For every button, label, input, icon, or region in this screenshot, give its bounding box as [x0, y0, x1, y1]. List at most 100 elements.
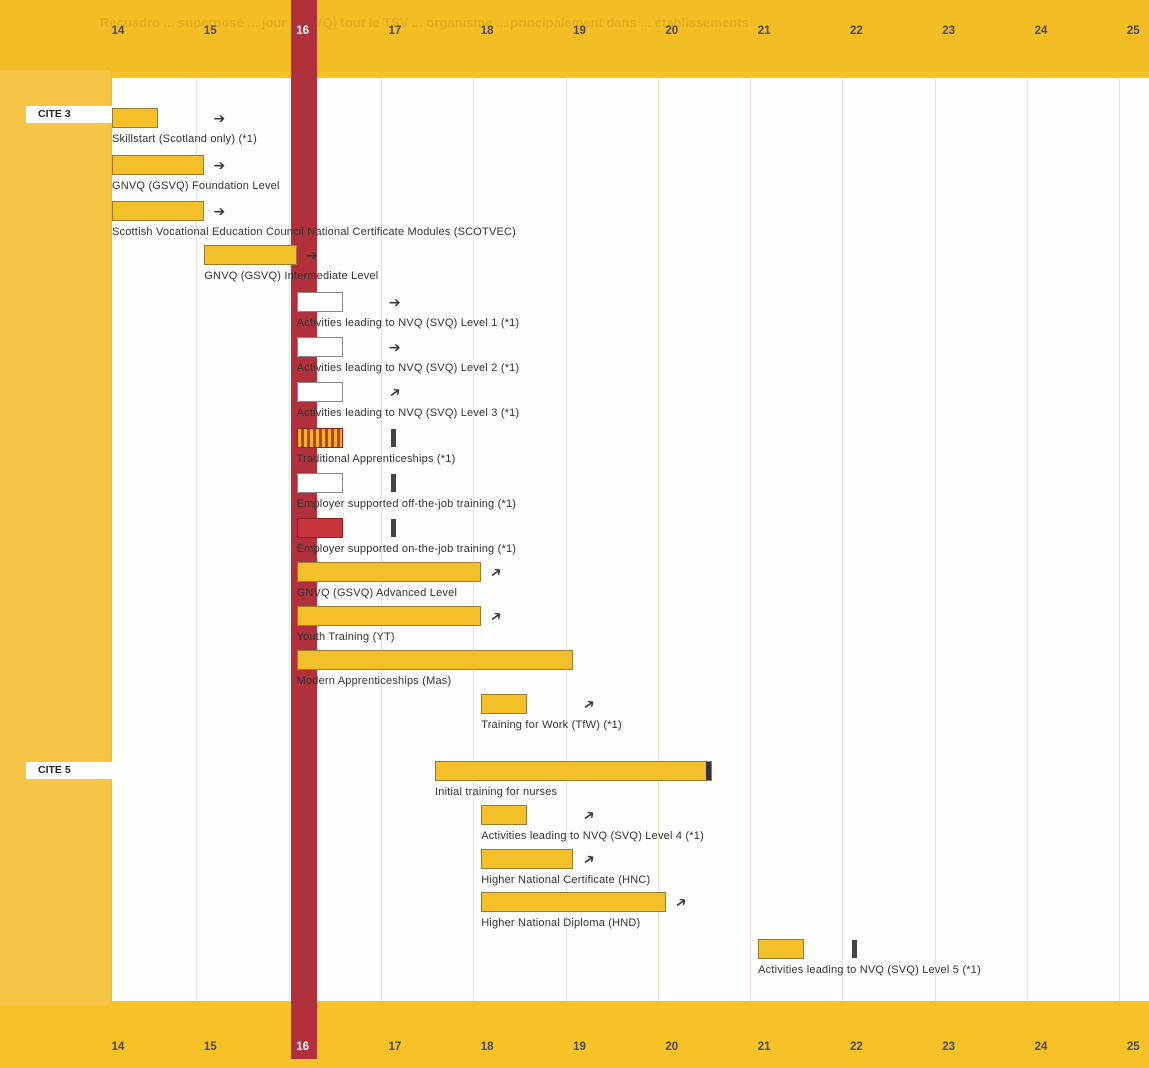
duration-bar — [204, 245, 297, 265]
arrow-up-right-icon: ➔ — [486, 606, 506, 626]
programme-row: Activities leading to NVQ (SVQ) Level 5 … — [0, 939, 1149, 985]
duration-bar — [296, 606, 482, 626]
duration-bar — [296, 562, 482, 582]
programme-row: ➔ Skillstart (Scotland only) (*1) — [0, 108, 1149, 154]
age-tick: 20 — [665, 25, 679, 37]
age-tick: 19 — [573, 25, 586, 37]
arrow-right-icon: ➔ — [213, 110, 226, 126]
programme-row: ➔ Higher National Certificate (HNC) — [0, 849, 1149, 895]
programme-row: Modern Apprenticeships (Mas) — [0, 650, 1149, 696]
duration-bar — [758, 939, 805, 959]
programme-row: ➔ Activities leading to NVQ (SVQ) Level 4… — [0, 805, 1149, 851]
programme-label: Initial training for nurses — [435, 786, 558, 798]
arrow-right-icon: ➔ — [388, 339, 401, 355]
programme-label: Skillstart (Scotland only) (*1) — [112, 133, 257, 145]
age-tick: 25 — [1126, 25, 1140, 37]
duration-bar — [296, 292, 343, 312]
age-tick: 18 — [480, 25, 494, 37]
programme-label: Employer supported off-the-job training … — [296, 498, 517, 510]
programme-row: ➔ Activities leading to NVQ (SVQ) Level 3… — [0, 382, 1149, 428]
programme-label: GNVQ (GSVQ) Advanced Level — [296, 587, 458, 599]
age-axis-bottom: 14 15 16 17 18 19 20 21 22 23 24 25 — [0, 1030, 1149, 1068]
programme-row: Traditional Apprenticeships (*1) — [0, 428, 1149, 474]
arrow-right-icon: ➔ — [388, 294, 401, 310]
age-tick: 14 — [111, 1041, 125, 1053]
programme-row: Employer supported off-the-job training … — [0, 473, 1149, 519]
duration-bar — [481, 805, 528, 825]
stop-marker — [390, 519, 396, 537]
arrow-right-icon: ➔ — [213, 157, 226, 173]
age-tick: 16 — [296, 1041, 309, 1053]
programme-row: ➔ Activities leading to NVQ (SVQ) Level 2… — [0, 337, 1149, 383]
programme-label: Higher National Diploma (HND) — [481, 917, 641, 929]
arrow-up-right-icon: ➔ — [385, 382, 405, 402]
age-tick: 22 — [849, 1041, 863, 1053]
stop-marker — [390, 429, 396, 447]
arrow-up-right-icon: ➔ — [671, 892, 691, 912]
programme-label: Activities leading to NVQ (SVQ) Level 5 … — [758, 964, 981, 976]
arrow-right-icon: ➔ — [305, 247, 318, 263]
stop-marker — [390, 474, 396, 492]
duration-bar — [481, 694, 528, 714]
age-tick: 24 — [1034, 1041, 1048, 1053]
age-tick: 17 — [388, 1041, 402, 1053]
duration-bar — [481, 849, 574, 869]
programme-label: Employer supported on-the-job training (… — [296, 543, 517, 555]
programme-row: ➔ GNVQ (GSVQ) Intermediate Level — [0, 245, 1149, 291]
duration-bar — [296, 382, 343, 402]
programme-row: ➔ GNVQ (GSVQ) Advanced Level — [0, 562, 1149, 608]
age-tick: 16 — [296, 25, 309, 37]
duration-bar — [112, 108, 159, 128]
programme-label: GNVQ (GSVQ) Intermediate Level — [204, 270, 379, 282]
duration-bar — [435, 761, 712, 781]
age-tick: 25 — [1126, 1041, 1140, 1053]
arrow-up-right-icon: ➔ — [486, 562, 506, 582]
age-axis-top: 14 15 16 17 18 19 20 21 22 23 24 25 — [0, 14, 1149, 52]
programme-row: Initial training for nurses — [0, 761, 1149, 807]
programme-label: Scottish Vocational Education Council Na… — [112, 226, 517, 238]
stop-marker — [852, 940, 858, 958]
age-tick: 15 — [203, 25, 217, 37]
programme-label: Training for Work (TfW) (*1) — [481, 719, 622, 731]
programme-label: Activities leading to NVQ (SVQ) Level 2 … — [296, 362, 520, 374]
duration-bar — [296, 650, 574, 670]
age-tick: 23 — [942, 1041, 956, 1053]
duration-bar — [481, 892, 666, 912]
duration-bar — [296, 337, 343, 357]
programme-row: ➔ Training for Work (TfW) (*1) — [0, 694, 1149, 740]
duration-bar — [296, 518, 343, 538]
programme-label: Higher National Certificate (HNC) — [481, 874, 651, 886]
programme-row: ➔ Activities leading to NVQ (SVQ) Level 1… — [0, 292, 1149, 338]
arrow-right-icon: ➔ — [213, 203, 226, 219]
age-tick: 20 — [665, 1041, 679, 1053]
duration-bar — [112, 201, 205, 221]
programme-row: ➔ Youth Training (YT) — [0, 606, 1149, 652]
duration-bar — [112, 155, 205, 175]
age-tick: 21 — [757, 1041, 771, 1053]
age-tick: 15 — [203, 1041, 217, 1053]
programme-label: Modern Apprenticeships (Mas) — [296, 675, 452, 687]
arrow-up-right-icon: ➔ — [579, 805, 598, 825]
programme-row: ➔ Scottish Vocational Education Council N… — [0, 201, 1149, 247]
programme-label: GNVQ (GSVQ) Foundation Level — [112, 180, 280, 192]
arrow-up-right-icon: ➔ — [579, 849, 598, 869]
programme-label: Youth Training (YT) — [296, 631, 395, 643]
duration-bar — [296, 473, 343, 493]
programme-label: Activities leading to NVQ (SVQ) Level 3 … — [296, 407, 520, 419]
age-tick: 24 — [1034, 25, 1048, 37]
programme-label: Activities leading to NVQ (SVQ) Level 4 … — [481, 830, 704, 842]
age-tick: 23 — [942, 25, 956, 37]
arrow-up-right-icon: ➔ — [579, 694, 598, 714]
programme-row: ➔ GNVQ (GSVQ) Foundation Level — [0, 155, 1149, 201]
age-tick: 17 — [388, 25, 402, 37]
age-tick: 22 — [849, 25, 863, 37]
age-tick: 14 — [111, 25, 125, 37]
age-tick: 18 — [480, 1041, 494, 1053]
programme-row: ➔ Higher National Diploma (HND) — [0, 892, 1149, 938]
programme-label: Traditional Apprenticeships (*1) — [296, 453, 456, 465]
end-marker — [705, 762, 711, 780]
age-tick: 19 — [573, 1041, 586, 1053]
programme-label: Activities leading to NVQ (SVQ) Level 1 … — [296, 317, 520, 329]
duration-bar — [296, 428, 343, 448]
age-tick: 21 — [757, 25, 771, 37]
